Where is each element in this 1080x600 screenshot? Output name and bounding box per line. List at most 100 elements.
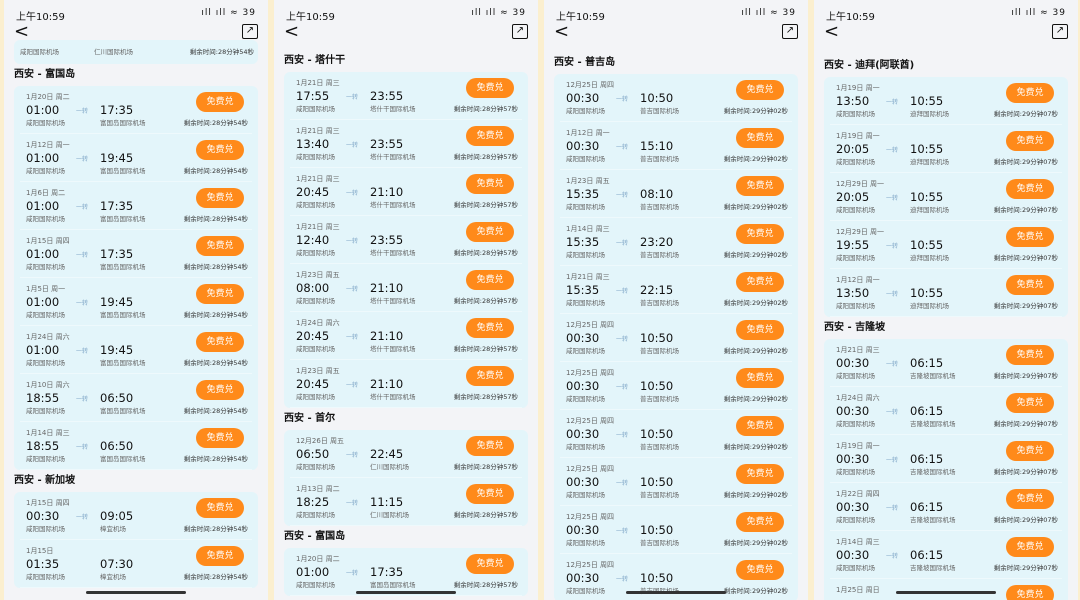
redeem-button[interactable]: 免费兑 [196, 140, 244, 160]
flight-row: 1月21日 周三 20:45 咸阳国际机场 一转 21:10 塔什干国际机场 免费兑 剩余时间… [290, 168, 522, 216]
redeem-button[interactable]: 免费兑 [196, 284, 244, 304]
flight-row: 1月6日 周二 01:00 咸阳国际机场 一转 17:35 富国岛国际机场 免费兑 剩余时间:… [20, 182, 252, 230]
redeem-button[interactable]: 免费兑 [466, 222, 514, 242]
redeem-button[interactable]: 免费兑 [736, 464, 784, 484]
redeem-button[interactable]: 免费兑 [1006, 275, 1054, 295]
redeem-button[interactable]: 免费兑 [196, 380, 244, 400]
arrival-airport: 迪拜国际机场 [910, 302, 949, 310]
redeem-button[interactable]: 免费兑 [196, 546, 244, 566]
panel-1: 上午10:59 ıll ıll ≈ 39 < ↗ 咸阳国际机场 仁川国际机场 剩余时… [4, 0, 268, 600]
remaining-time: 剩余时间:29分钟02秒 [723, 155, 788, 163]
redeem-button[interactable]: 免费兑 [466, 484, 514, 504]
flight-date: 12月25日 周四 [566, 417, 615, 425]
redeem-button[interactable]: 免费兑 [736, 320, 784, 340]
remaining-time: 剩余时间:29分钟02秒 [723, 107, 788, 115]
redeem-button[interactable]: 免费兑 [736, 512, 784, 532]
status-icons: ıll ıll ≈ 39 [741, 8, 796, 18]
departure-airport: 咸阳国际机场 [566, 347, 605, 355]
flight-card-snippet: 咸阳国际机场 仁川国际机场 剩余时间:28分钟54秒 [14, 40, 258, 64]
redeem-button[interactable]: 免费兑 [466, 436, 514, 456]
redeem-button[interactable]: 免费兑 [196, 428, 244, 448]
redeem-button[interactable]: 免费兑 [736, 176, 784, 196]
transfer-label: 一转 [616, 528, 629, 535]
flight-date: 1月15日 周四 [26, 237, 70, 245]
redeem-button[interactable]: 免费兑 [736, 224, 784, 244]
share-icon[interactable]: ↗ [512, 24, 528, 39]
redeem-button[interactable]: 免费兑 [736, 560, 784, 580]
redeem-button[interactable]: 免费兑 [736, 80, 784, 100]
back-icon[interactable]: < [554, 22, 569, 42]
arrival-time: 10:50 [640, 475, 674, 489]
arrival-time: 06:15 [910, 404, 944, 418]
redeem-button[interactable]: 免费兑 [1006, 441, 1054, 461]
arrival-airport: 吉隆坡国际机场 [910, 420, 956, 428]
share-icon[interactable]: ↗ [782, 24, 798, 39]
redeem-button[interactable]: 免费兑 [736, 272, 784, 292]
flight-row: 1月15日 01:35 咸阳国际机场 07:30 樟宜机场 免费兑 剩余时间:28分钟54秒 [20, 540, 252, 588]
remaining-time: 剩余时间:29分钟02秒 [723, 539, 788, 547]
redeem-button[interactable]: 免费兑 [1006, 393, 1054, 413]
transfer-label: 一转 [346, 94, 359, 101]
remaining-time: 剩余时间:29分钟07秒 [993, 516, 1058, 524]
departure-airport: 咸阳国际机场 [20, 48, 59, 56]
status-icons: ıll ıll ≈ 39 [201, 8, 256, 18]
nav-bar: < ↗ [814, 22, 1078, 46]
redeem-button[interactable]: 免费兑 [466, 554, 514, 574]
redeem-button[interactable]: 免费兑 [1006, 585, 1054, 600]
transfer-label: 一转 [886, 99, 899, 106]
redeem-button[interactable]: 免费兑 [466, 318, 514, 338]
transfer-label: 一转 [346, 190, 359, 197]
arrival-time: 11:15 [370, 495, 404, 509]
redeem-button[interactable]: 免费兑 [196, 498, 244, 518]
redeem-button[interactable]: 免费兑 [466, 174, 514, 194]
departure-airport: 咸阳国际机场 [296, 201, 335, 209]
arrival-time: 17:35 [370, 565, 404, 579]
redeem-button[interactable]: 免费兑 [1006, 345, 1054, 365]
flight-row: 1月20日 周二 01:00 咸阳国际机场 一转 17:35 富国岛国际机场 免费兑 剩余时间… [290, 548, 522, 596]
status-bar: 上午10:59 ıll ıll ≈ 39 [544, 0, 808, 23]
section-title: 西安 - 塔什干 [284, 55, 346, 66]
arrival-airport: 塔什干国际机场 [370, 153, 416, 161]
arrival-airport: 吉隆坡国际机场 [910, 564, 956, 572]
departure-time: 15:35 [566, 283, 600, 297]
departure-time: 00:30 [836, 548, 870, 562]
panel-content: 西安 - 迪拜(阿联酋) 1月19日 周一 13:50 咸阳国际机场 一转 10:55 迪拜… [814, 55, 1078, 600]
redeem-button[interactable]: 免费兑 [466, 78, 514, 98]
redeem-button[interactable]: 免费兑 [466, 270, 514, 290]
back-icon[interactable]: < [284, 22, 299, 42]
redeem-button[interactable]: 免费兑 [196, 92, 244, 112]
flight-date: 1月23日 周五 [566, 177, 610, 185]
redeem-button[interactable]: 免费兑 [196, 236, 244, 256]
remaining-time: 剩余时间:28分钟54秒 [183, 525, 248, 533]
redeem-button[interactable]: 免费兑 [466, 126, 514, 146]
arrival-airport: 富国岛国际机场 [100, 215, 146, 223]
redeem-button[interactable]: 免费兑 [196, 332, 244, 352]
redeem-button[interactable]: 免费兑 [736, 368, 784, 388]
flight-row: 1月23日 周五 20:45 咸阳国际机场 一转 21:10 塔什干国际机场 免费兑 剩余时间… [290, 360, 522, 408]
flight-row: 12月29日 周一 19:55 咸阳国际机场 一转 10:55 迪拜国际机场 免费兑 剩余时间… [830, 221, 1062, 269]
flight-date: 1月12日 周一 [836, 276, 880, 284]
back-icon[interactable]: < [14, 22, 29, 42]
redeem-button[interactable]: 免费兑 [466, 366, 514, 386]
transfer-label: 一转 [886, 361, 899, 368]
redeem-button[interactable]: 免费兑 [1006, 131, 1054, 151]
redeem-button[interactable]: 免费兑 [736, 416, 784, 436]
redeem-button[interactable]: 免费兑 [1006, 489, 1054, 509]
arrival-airport: 吉隆坡国际机场 [910, 468, 956, 476]
arrival-airport: 普吉国际机场 [640, 347, 679, 355]
flight-row: 1月12日 周一 01:00 咸阳国际机场 一转 19:45 富国岛国际机场 免费兑 剩余时间… [20, 134, 252, 182]
redeem-button[interactable]: 免费兑 [1006, 83, 1054, 103]
redeem-button[interactable]: 免费兑 [196, 188, 244, 208]
departure-airport: 咸阳国际机场 [566, 395, 605, 403]
redeem-button[interactable]: 免费兑 [736, 128, 784, 148]
redeem-button[interactable]: 免费兑 [1006, 179, 1054, 199]
share-icon[interactable]: ↗ [1052, 24, 1068, 39]
flight-row: 1月19日 周一 20:05 咸阳国际机场 一转 10:55 迪拜国际机场 免费兑 剩余时间:… [830, 125, 1062, 173]
share-icon[interactable]: ↗ [242, 24, 258, 39]
status-bar: 上午10:59 ıll ıll ≈ 39 [274, 0, 538, 23]
redeem-button[interactable]: 免费兑 [1006, 537, 1054, 557]
back-icon[interactable]: < [824, 22, 839, 42]
transfer-label: 一转 [346, 570, 359, 577]
arrival-airport: 普吉国际机场 [640, 155, 679, 163]
redeem-button[interactable]: 免费兑 [1006, 227, 1054, 247]
